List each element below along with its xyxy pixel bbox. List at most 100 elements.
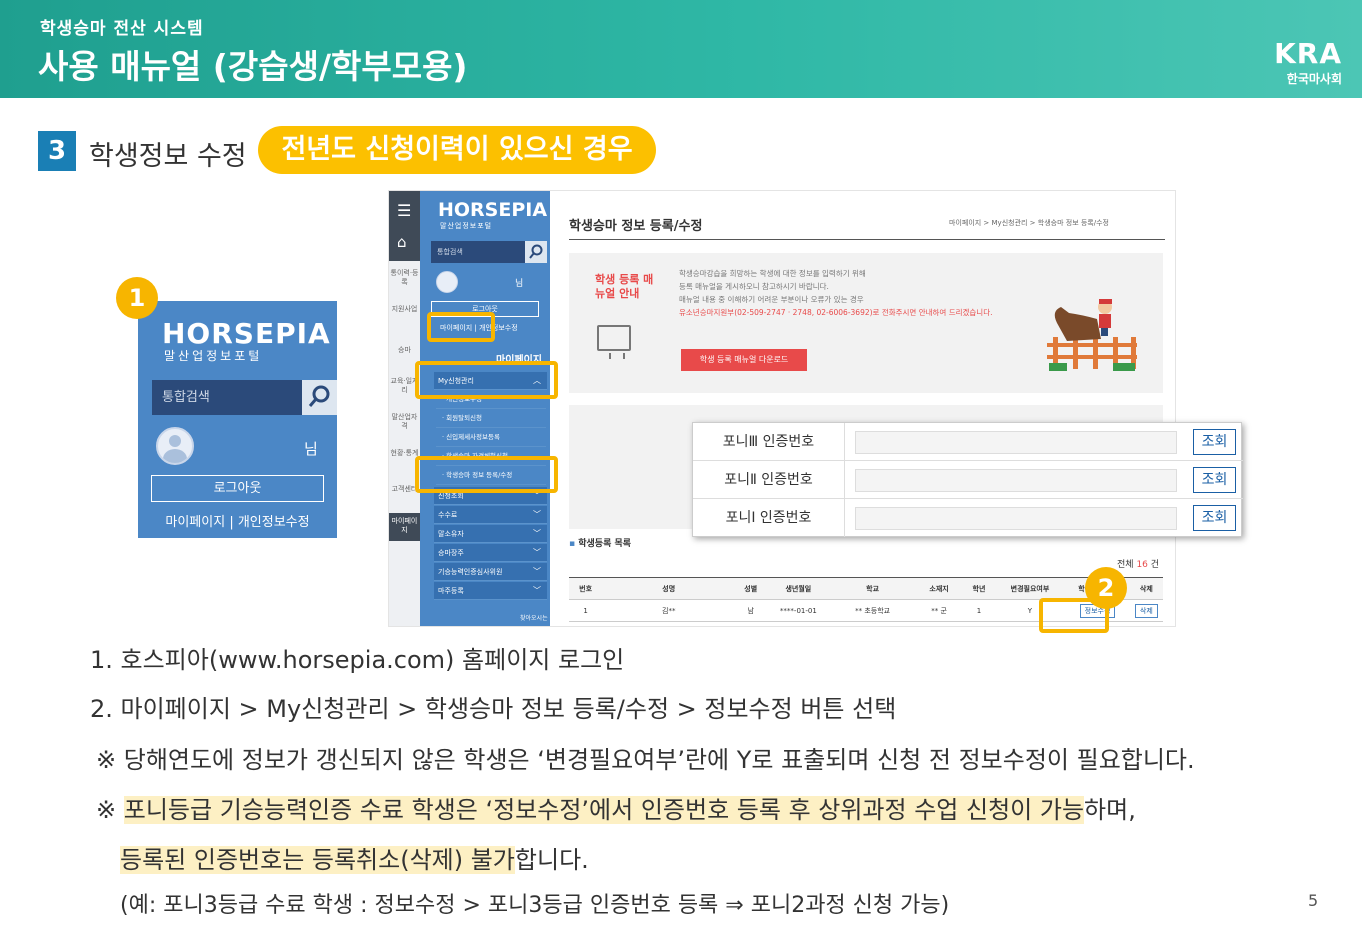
rail-item[interactable]: 통이력·등록 xyxy=(389,269,420,287)
instruction-step-2: 2. 마이페이지 > My신청관리 > 학생승마 정보 등록/수정 > 정보수정… xyxy=(90,695,897,723)
sidebar-search-button[interactable] xyxy=(525,241,547,263)
home-icon[interactable]: ⌂ xyxy=(397,233,407,251)
table-header: 학년 xyxy=(963,577,995,600)
sidebar-menu[interactable]: 말소유자 ﹀ xyxy=(434,525,547,543)
guide-text: 학생승마강습을 희망하는 학생에 대한 정보를 입력하기 위해 등록 매뉴얼을 … xyxy=(679,267,1069,319)
sidebar-menu[interactable]: 마주등록 ﹀ xyxy=(434,582,547,600)
sidebar-menu[interactable]: 기승능력인증심사위원 ﹀ xyxy=(434,563,547,581)
certificate-row: 포니Ⅱ 인증번호 조회 xyxy=(693,461,1243,499)
menu-icon[interactable]: ☰ xyxy=(397,201,411,220)
table-header: 소재지 xyxy=(914,577,964,600)
certificate-number-popup: 포니Ⅲ 인증번호 조회 포니Ⅱ 인증번호 조회 포니Ⅰ 인증번호 조회 xyxy=(692,422,1243,537)
note-highlight: 등록된 인증번호는 등록취소(삭제) 불가 xyxy=(120,846,515,874)
sidebar-menu-label: 신청조회 xyxy=(438,492,464,500)
table-header: 변경필요여부 xyxy=(994,577,1066,600)
title-divider xyxy=(569,239,1165,240)
table-cell: ** 초등학교 xyxy=(830,599,915,622)
table-cell: ** 군 xyxy=(914,599,964,622)
rail-item[interactable]: 지원사업 xyxy=(389,305,420,314)
horsepia-logo-sub: 말산업정보포털 xyxy=(164,349,263,363)
instruction-note-2: ※ 포니등급 기승능력인증 수료 학생은 ‘정보수정’에서 인증번호 등록 후 … xyxy=(96,790,1136,825)
horse-rider-illustration xyxy=(1047,299,1137,371)
certificate-input-pony1[interactable] xyxy=(855,507,1177,530)
sidebar-menu-label: 수수료 xyxy=(438,511,458,519)
search-input[interactable]: 통합검색 xyxy=(152,380,302,415)
page-title: 학생승마 정보 등록/수정 xyxy=(569,219,703,234)
guide-line: 학생승마강습을 희망하는 학생에 대한 정보를 입력하기 위해 xyxy=(679,269,866,278)
avatar xyxy=(436,271,458,293)
certificate-input-pony2[interactable] xyxy=(855,469,1177,492)
logout-button[interactable]: 로그아웃 xyxy=(151,475,324,502)
certificate-label: 포니Ⅱ 인증번호 xyxy=(693,461,845,499)
list-title-text: 학생등록 목록 xyxy=(578,539,632,549)
table-header: 삭제 xyxy=(1129,577,1163,600)
lookup-button[interactable]: 조회 xyxy=(1193,505,1236,531)
search-icon xyxy=(529,244,543,259)
manual-download-button[interactable]: 학생 등록 매뉴얼 다운로드 xyxy=(681,349,807,371)
search-button[interactable] xyxy=(302,380,337,415)
sidebar-menu-label: 승마장주 xyxy=(438,549,464,557)
icon-rail: ☰ ⌂ 통이력·등록 지원사업 승마 교육·일자리 말산업자격 현황·통계 고객… xyxy=(389,191,420,626)
table-header: 생년월일 xyxy=(766,577,831,600)
rail-item-mypage[interactable]: 마이페이지 xyxy=(389,513,420,541)
guide-label: 학생 등록 매뉴얼 안내 xyxy=(595,273,654,300)
section-number: 3 xyxy=(38,131,76,171)
mypage-links[interactable]: 마이페이지 | 개인정보수정 xyxy=(138,511,337,530)
table-header: 성별 xyxy=(735,577,767,600)
breadcrumb: 마이페이지 > My신청관리 > 학생승마 정보 등록/수정 xyxy=(949,219,1109,227)
table-cell: 남 xyxy=(735,599,767,622)
total-unit: 건 xyxy=(1150,560,1160,570)
table-header: 번호 xyxy=(569,577,603,600)
sidebar-search-input[interactable]: 통합검색 xyxy=(431,241,525,263)
step-badge-1: 1 xyxy=(116,277,158,319)
chevron-down-icon: ﹀ xyxy=(533,586,541,595)
sidebar-menu-label: 말소유자 xyxy=(438,530,464,538)
list-bullet-icon: ▪ xyxy=(569,539,579,549)
manual-guide-box: 학생 등록 매뉴얼 안내 학생승마강습을 희망하는 학생에 대한 정보를 입력하… xyxy=(569,253,1163,393)
note-rest: 하며, xyxy=(1084,796,1136,824)
instruction-note-1: ※ 당해연도에 정보가 갱신되지 않은 학생은 ‘변경필요여부’란에 Y로 표출… xyxy=(96,746,1195,774)
certificate-row: 포니Ⅲ 인증번호 조회 xyxy=(693,423,1243,461)
sidebar-menu[interactable]: 승마장주 ﹀ xyxy=(434,544,547,562)
table-cell: 김** xyxy=(602,599,736,622)
chevron-down-icon: ﹀ xyxy=(533,529,541,538)
sidebar-menu-label: 기승능력인증심사위원 xyxy=(438,568,503,576)
table-cell: 삭제 xyxy=(1129,599,1163,622)
lookup-button[interactable]: 조회 xyxy=(1193,467,1236,493)
site-sidebar: HORSEPIA 말산업정보포털 통합검색 님 로그아웃 마이페이지 | 개인정… xyxy=(420,191,555,626)
search-icon xyxy=(308,385,330,407)
sidebar-submenu-item[interactable]: · 회원탈퇴신청 xyxy=(436,409,546,428)
section-title: 학생정보 수정 xyxy=(89,141,247,172)
guide-line: 등록 매뉴얼을 게시하오니 참고하시기 바랍니다. xyxy=(679,282,829,291)
sidebar-logo: HORSEPIA xyxy=(438,199,548,221)
rail-item[interactable]: 승마 xyxy=(389,346,420,355)
sidebar-menu[interactable]: 수수료 ﹀ xyxy=(434,506,547,524)
chevron-down-icon: ﹀ xyxy=(533,510,541,519)
user-suffix: 님 xyxy=(515,279,524,289)
chevron-down-icon: ﹀ xyxy=(533,567,541,576)
lookup-button[interactable]: 조회 xyxy=(1193,429,1236,455)
table-header: 성명 xyxy=(602,577,736,600)
rail-item[interactable]: 말산업자격 xyxy=(389,413,420,431)
table-cell: ****-01-01 xyxy=(766,599,831,622)
website-screenshot: ☰ ⌂ 통이력·등록 지원사업 승마 교육·일자리 말산업자격 현황·통계 고객… xyxy=(388,190,1176,627)
section-tag: 전년도 신청이력이 있으신 경우 xyxy=(258,126,656,174)
guide-line: 유소년승마지원부(02-509-2747 · 2748, 02-6006-369… xyxy=(679,308,993,317)
highlight-mypage-link xyxy=(427,312,495,342)
total-label: 전체 xyxy=(1117,560,1134,570)
kra-logo-text: 한국마사회 xyxy=(1286,72,1342,86)
monitor-icon xyxy=(597,325,631,359)
kra-logo-mark: KRA xyxy=(1274,37,1342,70)
note-mark: ※ xyxy=(96,796,117,824)
certificate-row: 포니Ⅰ 인증번호 조회 xyxy=(693,499,1243,537)
certificate-input-pony3[interactable] xyxy=(855,431,1177,454)
total-count: 16 xyxy=(1136,560,1148,570)
highlight-student-info-menu xyxy=(415,456,558,493)
sidebar-submenu-item[interactable]: · 신입제세사정보등록 xyxy=(436,428,546,447)
sidebar-logo-sub: 말산업정보포털 xyxy=(440,222,493,230)
horsepia-logo: HORSEPIA xyxy=(162,317,331,350)
certificate-label: 포니Ⅰ 인증번호 xyxy=(693,499,845,537)
avatar xyxy=(156,427,194,465)
delete-button[interactable]: 삭제 xyxy=(1134,603,1158,618)
header-subtitle: 학생승마 전산 시스템 xyxy=(40,19,204,39)
